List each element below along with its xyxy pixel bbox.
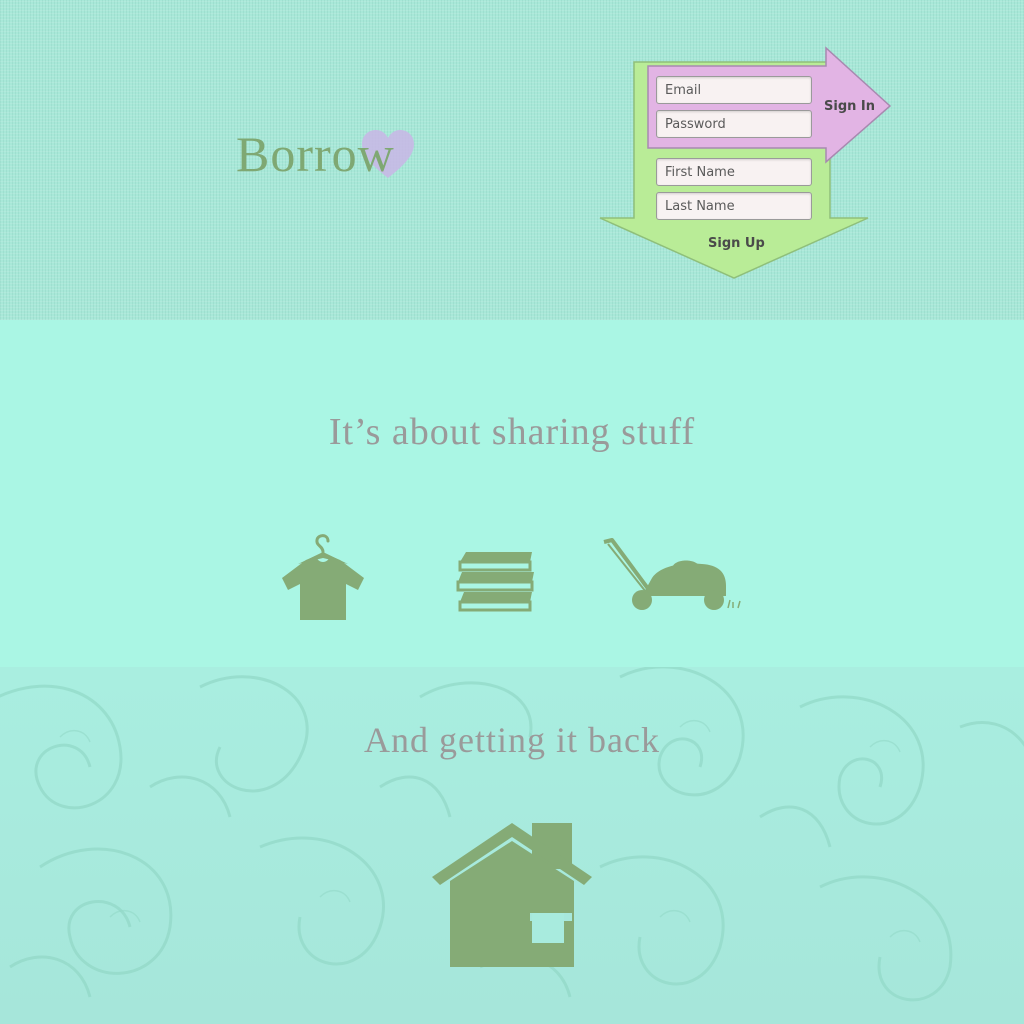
sign-in-button[interactable]: Sign In bbox=[824, 99, 875, 114]
return-section: And getting it back bbox=[0, 667, 1024, 1024]
lawnmower-icon bbox=[603, 538, 741, 610]
house-icon bbox=[432, 823, 592, 967]
sharing-section: It’s about sharing stuff bbox=[0, 320, 1024, 667]
sign-up-button[interactable]: Sign Up bbox=[708, 236, 765, 251]
auth-arrows: Sign In Sign Up bbox=[596, 44, 896, 284]
sharing-headline: It’s about sharing stuff bbox=[328, 411, 696, 453]
email-field[interactable] bbox=[656, 76, 812, 104]
return-headline: And getting it back bbox=[364, 720, 660, 760]
first-name-field[interactable] bbox=[656, 158, 812, 186]
password-field[interactable] bbox=[656, 110, 812, 138]
last-name-field[interactable] bbox=[656, 192, 812, 220]
shirt-icon bbox=[282, 534, 364, 620]
header-band: Borrow Sign In Sign Up bbox=[0, 0, 1024, 320]
books-icon bbox=[456, 552, 534, 612]
brand-name: Borrow bbox=[236, 126, 395, 182]
logo[interactable]: Borrow bbox=[236, 124, 426, 188]
